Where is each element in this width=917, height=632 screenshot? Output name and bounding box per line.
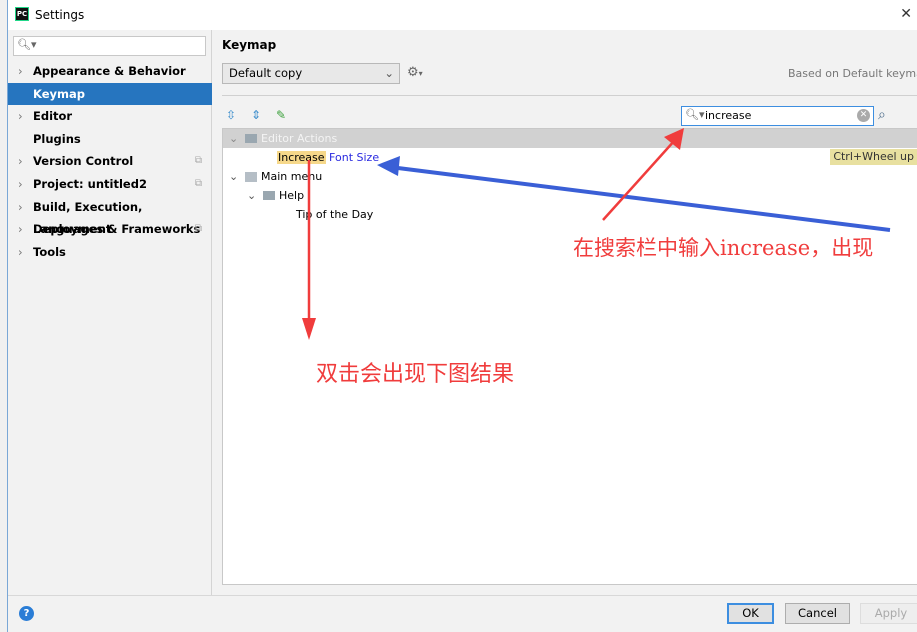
red-arrow-search xyxy=(602,139,676,221)
annotation-double-click-note: 双击会出现下图结果 xyxy=(316,362,515,387)
blue-arrowhead xyxy=(377,156,400,176)
red-arrowhead-down xyxy=(302,318,316,340)
blue-arrow xyxy=(389,165,891,232)
annotation-search-note: 在搜索栏中输入increase，出现 xyxy=(573,236,874,260)
annotation-layer xyxy=(302,128,891,340)
red-arrowhead-search xyxy=(664,128,684,150)
